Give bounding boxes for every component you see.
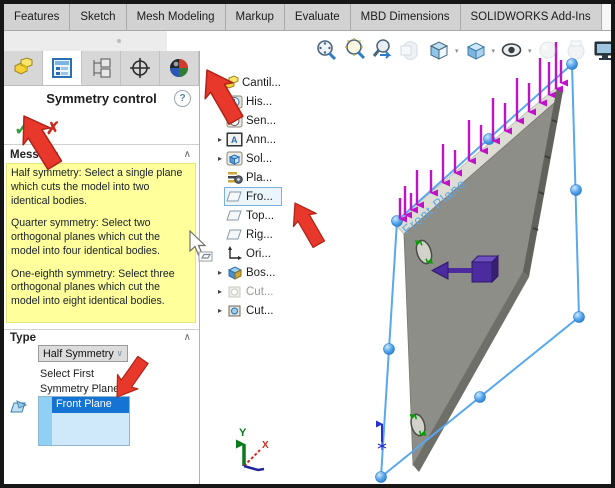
plane-icon: [226, 208, 243, 223]
dropdown-arrow-icon[interactable]: ▾: [455, 47, 459, 55]
material-icon: [226, 170, 243, 185]
display-style-cube-icon[interactable]: [463, 38, 488, 63]
message-box: Half symmetry: Select a single plane whi…: [6, 163, 196, 323]
dropdown-arrow-icon[interactable]: ▾: [492, 47, 496, 55]
configuration-icon: [89, 57, 113, 79]
tree-item-material[interactable]: Pla...: [214, 168, 318, 187]
listbox-selection-band: [39, 397, 52, 445]
screenshot-frame: Features Sketch Mesh Modeling Markup Eva…: [0, 0, 615, 488]
tree-item-label: Ori...: [246, 248, 271, 260]
expander-icon[interactable]: ▸: [214, 268, 226, 277]
tree-item-boss-extrude[interactable]: ▸ Bos...: [214, 263, 318, 282]
display-sphere-icon: [167, 57, 191, 79]
previous-view-icon[interactable]: [370, 38, 395, 63]
tab-features[interactable]: Features: [4, 4, 70, 30]
expander-icon[interactable]: ▸: [214, 154, 226, 163]
command-tab-bar: Features Sketch Mesh Modeling Markup Eva…: [4, 4, 611, 31]
toolbar-dot: [117, 39, 121, 43]
tree-item-cut-extrude-suppressed[interactable]: ▸ Cut...: [214, 282, 318, 301]
tab-markup[interactable]: Markup: [226, 4, 285, 30]
annotations-icon: A: [226, 132, 243, 147]
view-orientation-icon[interactable]: [426, 38, 451, 63]
scene-apply-icon[interactable]: [564, 38, 589, 63]
svg-text:X: X: [262, 440, 269, 451]
edit-appearance-icon[interactable]: [536, 38, 561, 63]
expander-icon[interactable]: ▸: [214, 287, 226, 296]
type-section-header[interactable]: Type ∧: [4, 329, 199, 345]
tab-configuration-manager[interactable]: [82, 51, 121, 85]
symmetry-type-dropdown[interactable]: Half Symmetry ∨: [38, 345, 128, 362]
message-paragraph: One-eighth symmetry: Select three orthog…: [11, 268, 191, 309]
solid-bodies-icon: [226, 151, 243, 166]
collapse-chevron-icon[interactable]: ∧: [184, 332, 191, 343]
section-view-icon[interactable]: [398, 38, 423, 63]
coordinate-triad: Y X: [239, 427, 269, 470]
chevron-down-icon: ∨: [116, 348, 123, 359]
tree-item-annotations[interactable]: ▸ A Ann...: [214, 130, 318, 149]
mouse-cursor-icon: [187, 230, 215, 262]
view-toolbar: ▾ ▾ ▾: [314, 38, 615, 63]
zoom-fit-icon[interactable]: [314, 38, 339, 63]
dropdown-value: Half Symmetry: [43, 348, 114, 360]
tree-item-solid-bodies[interactable]: ▸ Sol...: [214, 149, 318, 168]
tree-item-label: Bos...: [246, 267, 275, 279]
page-title: Symmetry control: [4, 91, 199, 106]
collapse-chevron-icon[interactable]: ∧: [184, 149, 191, 160]
tree-item-label: Cut...: [246, 286, 273, 298]
property-manager-icon: [50, 57, 74, 79]
tree-item-label: Cantil...: [242, 77, 281, 89]
tab-evaluate[interactable]: Evaluate: [285, 4, 351, 30]
dropdown-arrow-icon[interactable]: ▾: [528, 47, 532, 55]
tree-item-label: Cut...: [246, 305, 273, 317]
svg-text:Y: Y: [239, 427, 247, 439]
zoom-area-icon[interactable]: [342, 38, 367, 63]
type-section-label: Type: [10, 332, 36, 344]
message-paragraph: Quarter symmetry: Select two orthogonal …: [11, 217, 191, 258]
tree-item-label: Sol...: [246, 153, 272, 165]
tab-sketch[interactable]: Sketch: [70, 4, 126, 30]
plane-icon: [226, 227, 243, 242]
tab-solidworks-addins[interactable]: SOLIDWORKS Add-Ins: [461, 4, 602, 30]
part-icon: [11, 57, 35, 79]
tree-item-label: Top...: [246, 210, 274, 222]
tab-feature-manager[interactable]: [4, 51, 43, 85]
tab-simulation[interactable]: Simulation: [602, 4, 615, 30]
svg-text:A: A: [231, 135, 238, 145]
expander-icon[interactable]: ▸: [214, 306, 226, 315]
tree-item-cut-extrude[interactable]: ▸ Cut...: [214, 301, 318, 320]
tab-property-manager[interactable]: [43, 51, 82, 85]
symmetry-plane-listbox[interactable]: Front Plane: [38, 396, 130, 446]
origin-icon: [226, 246, 243, 261]
boss-extrude-icon: [226, 265, 243, 280]
cut-extrude-icon: [226, 284, 243, 299]
cut-extrude-icon: [226, 303, 243, 318]
expander-icon[interactable]: ▸: [214, 135, 226, 144]
tab-mesh-modeling[interactable]: Mesh Modeling: [127, 4, 226, 30]
plane-icon: [226, 189, 243, 204]
help-icon[interactable]: ?: [174, 90, 191, 107]
toolbar-strip: [4, 31, 167, 52]
plane-icon: [10, 400, 28, 416]
hide-show-items-icon[interactable]: [499, 38, 524, 63]
tree-item-label: Pla...: [246, 172, 272, 184]
target-icon: [128, 57, 152, 79]
tree-item-label: Fro...: [246, 191, 273, 203]
panel-tab-row: [4, 51, 199, 86]
tab-mbd-dimensions[interactable]: MBD Dimensions: [351, 4, 461, 30]
tree-item-label: Rig...: [246, 229, 273, 241]
view-settings-monitor-icon[interactable]: [592, 38, 615, 63]
tab-dimxpert-manager[interactable]: [121, 51, 160, 85]
tree-item-label: Ann...: [246, 134, 276, 146]
